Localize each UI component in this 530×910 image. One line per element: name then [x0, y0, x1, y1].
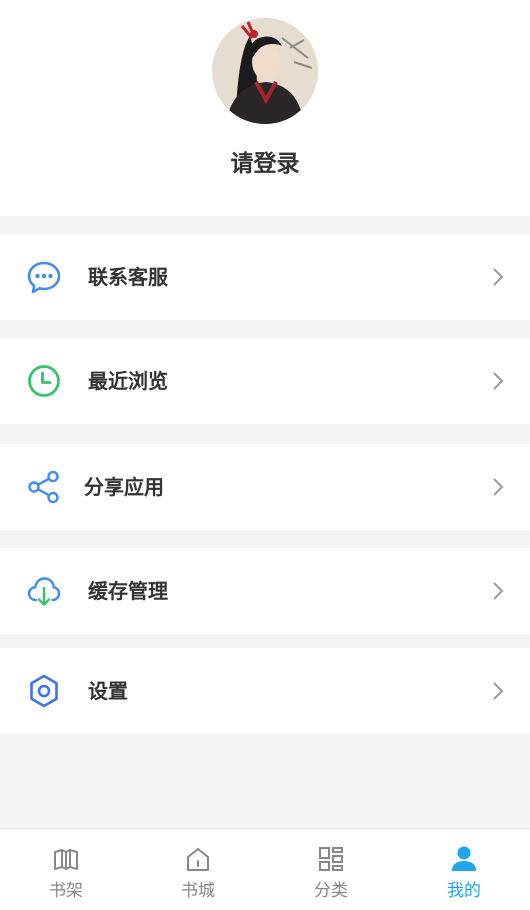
chevron-right-icon — [492, 371, 504, 391]
menu-item-label: 设置 — [88, 679, 128, 703]
tab-label: 书架 — [49, 881, 83, 901]
menu-item-share-app[interactable]: 分享应用 — [0, 444, 530, 530]
tab-bookshelf[interactable]: 书架 — [0, 829, 132, 910]
bottom-tab-bar: 书架 书城 分类 我的 — [0, 828, 530, 910]
gear-icon — [26, 673, 62, 709]
tab-label: 我的 — [447, 881, 481, 901]
cloud-download-icon — [26, 573, 62, 609]
chevron-right-icon — [492, 477, 504, 497]
tab-mine[interactable]: 我的 — [398, 829, 530, 910]
chevron-right-icon — [492, 267, 504, 287]
menu-item-label: 最近浏览 — [88, 369, 168, 393]
tab-label: 分类 — [314, 881, 348, 901]
menu-item-label: 缓存管理 — [88, 579, 168, 603]
home-icon — [184, 845, 212, 873]
clock-icon — [26, 363, 62, 399]
menu-item-cache-management[interactable]: 缓存管理 — [0, 548, 530, 634]
menu-item-settings[interactable]: 设置 — [0, 648, 530, 734]
bookshelf-icon — [52, 845, 80, 873]
share-icon — [26, 469, 62, 505]
chevron-right-icon — [492, 581, 504, 601]
avatar[interactable] — [212, 18, 318, 124]
avatar-illustration — [212, 18, 318, 124]
chevron-right-icon — [492, 681, 504, 701]
menu-item-label: 分享应用 — [84, 475, 164, 499]
menu-item-contact-support[interactable]: 联系客服 — [0, 234, 530, 320]
category-grid-icon — [317, 845, 345, 873]
tab-bookstore[interactable]: 书城 — [132, 829, 264, 910]
user-icon — [450, 845, 478, 873]
login-prompt[interactable]: 请登录 — [0, 146, 530, 182]
tab-category[interactable]: 分类 — [265, 829, 397, 910]
menu-item-recent-views[interactable]: 最近浏览 — [0, 338, 530, 424]
profile-header: 请登录 — [0, 0, 530, 216]
chat-bubble-icon — [26, 259, 62, 295]
menu-item-label: 联系客服 — [88, 265, 168, 289]
tab-label: 书城 — [181, 881, 215, 901]
